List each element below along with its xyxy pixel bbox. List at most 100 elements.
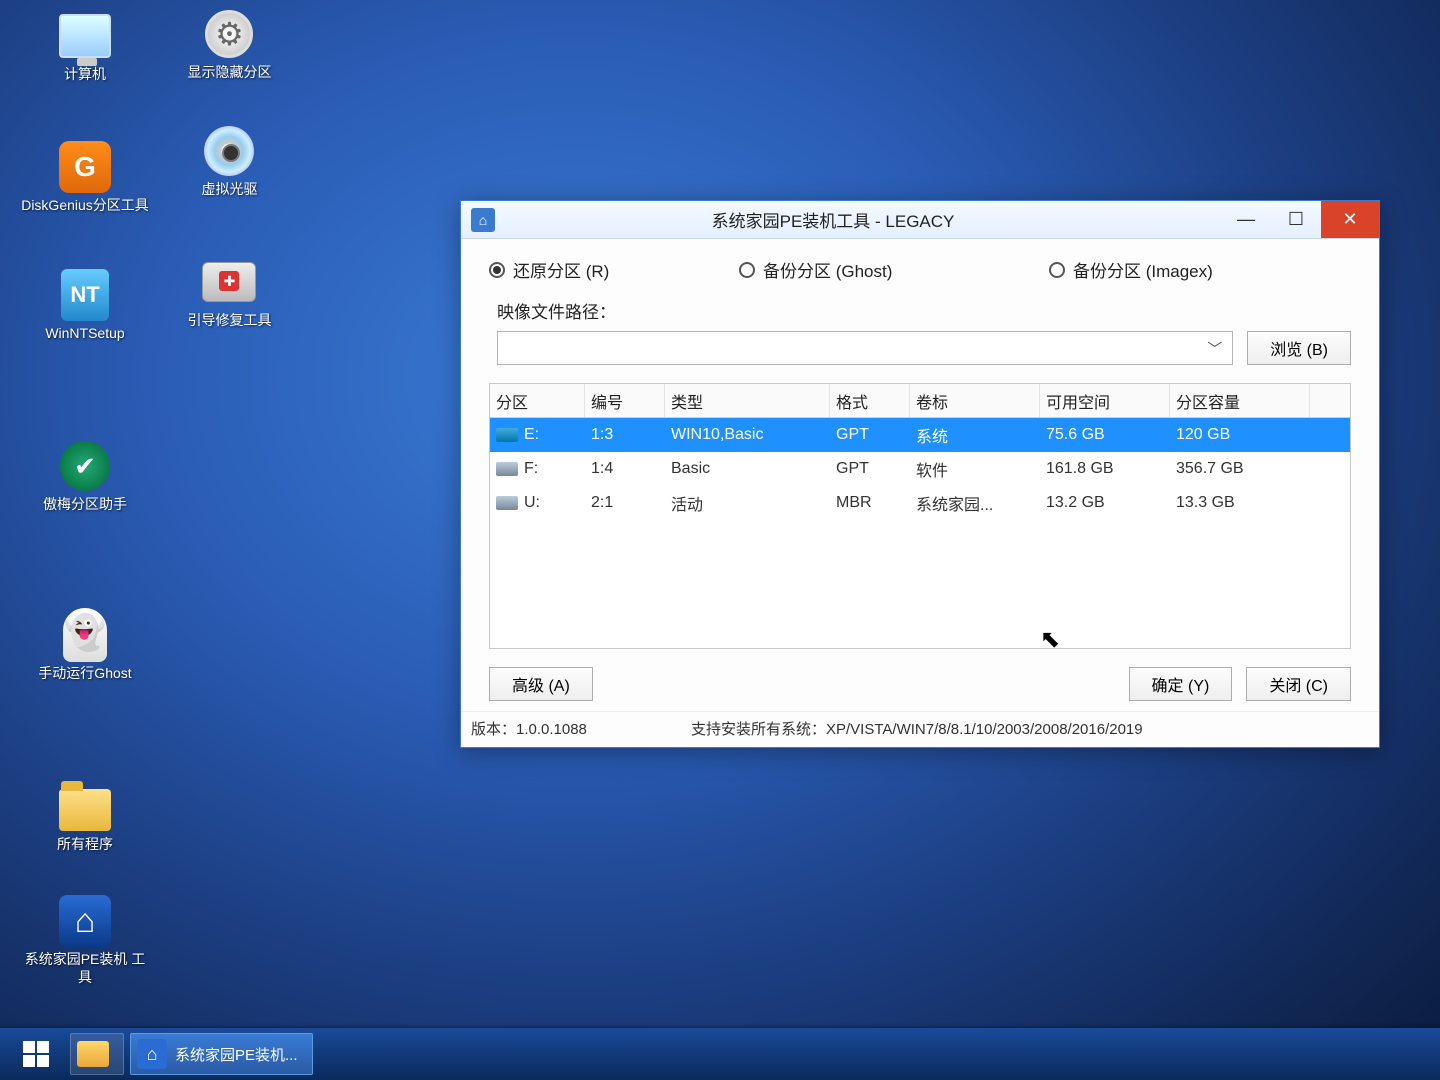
radio-label: 还原分区 (R)	[513, 257, 609, 282]
col-capacity[interactable]: 分区容量	[1170, 384, 1310, 417]
icon-label: 显示隐藏分区	[187, 64, 271, 82]
table-header: 分区 编号 类型 格式 卷标 可用空间 分区容量	[490, 384, 1350, 418]
setup-icon: NT	[56, 269, 114, 321]
cell-type: WIN10,Basic	[665, 426, 830, 444]
drive-icon	[496, 496, 518, 510]
image-path-controls: ﹀ 浏览 (B)	[497, 331, 1351, 365]
radio-label: 备份分区 (Imagex)	[1073, 257, 1213, 282]
close-button[interactable]: 关闭 (C)	[1246, 667, 1351, 701]
icon-label: 计算机	[64, 66, 106, 84]
folder-icon	[77, 1041, 109, 1067]
mode-radio-group: 还原分区 (R) 备份分区 (Ghost) 备份分区 (Imagex)	[489, 257, 1351, 282]
col-volume[interactable]: 卷标	[910, 384, 1040, 417]
browse-button[interactable]: 浏览 (B)	[1247, 331, 1351, 365]
pe-install-tool-icon[interactable]: 系统家园PE装机 工具	[15, 887, 155, 1002]
cell-volume: 系统家园...	[910, 491, 1040, 515]
cell-type: Basic	[665, 460, 830, 478]
radio-unchecked-icon	[1049, 262, 1065, 278]
cell-capacity: 13.3 GB	[1170, 494, 1310, 512]
aomei-partition-icon[interactable]: 傲梅分区助手	[15, 432, 155, 547]
start-button[interactable]	[8, 1033, 64, 1075]
spacer	[607, 667, 1115, 701]
cell-partition: E:	[490, 426, 585, 444]
monitor-icon	[56, 10, 114, 62]
radio-checked-icon	[489, 262, 505, 278]
check-circle-icon	[56, 440, 114, 492]
close-button[interactable]: ✕	[1321, 201, 1379, 238]
restore-partition-radio[interactable]: 还原分区 (R)	[489, 257, 739, 282]
house-icon: ⌂	[137, 1039, 167, 1069]
cell-type: 活动	[665, 491, 830, 515]
ghost-icon	[56, 609, 114, 661]
radio-unchecked-icon	[739, 262, 755, 278]
dg-icon: G	[56, 141, 114, 193]
icon-label: 傲梅分区助手	[43, 496, 127, 514]
advanced-button[interactable]: 高级 (A)	[489, 667, 593, 701]
col-free[interactable]: 可用空间	[1040, 384, 1170, 417]
icon-label: DiskGenius分区工具	[21, 197, 149, 215]
house-icon	[56, 895, 114, 947]
ok-button[interactable]: 确定 (Y)	[1129, 667, 1233, 701]
toolbox-icon	[200, 256, 258, 308]
cell-format: GPT	[830, 426, 910, 444]
partition-table: 分区 编号 类型 格式 卷标 可用空间 分区容量 E:1:3WIN10,Basi…	[489, 383, 1351, 649]
table-row[interactable]: U:2:1活动MBR系统家园...13.2 GB13.3 GB	[490, 486, 1350, 520]
gear-icon	[200, 8, 258, 60]
cell-number: 2:1	[585, 494, 665, 512]
cell-partition: F:	[490, 460, 585, 478]
image-path-dropdown[interactable]: ﹀	[497, 331, 1233, 365]
virtual-cd-icon[interactable]: 虚拟光驱	[159, 117, 299, 232]
supported-systems-label: 支持安装所有系统：XP/VISTA/WIN7/8/8.1/10/2003/200…	[691, 718, 1369, 739]
titlebar[interactable]: ⌂ 系统家园PE装机工具 - LEGACY — ☐ ✕	[461, 201, 1379, 239]
table-row[interactable]: E:1:3WIN10,BasicGPT系统75.6 GB120 GB	[490, 418, 1350, 452]
drive-icon	[496, 428, 518, 442]
window-title: 系统家园PE装机工具 - LEGACY	[505, 207, 1221, 232]
cell-volume: 系统	[910, 423, 1040, 447]
cell-capacity: 356.7 GB	[1170, 460, 1310, 478]
computer-icon[interactable]: 计算机	[15, 2, 155, 117]
button-row: 高级 (A) 确定 (Y) 关闭 (C)	[489, 667, 1351, 701]
app-icon: ⌂	[471, 208, 495, 232]
taskbar-pe-install-tool[interactable]: ⌂ 系统家园PE装机...	[130, 1033, 313, 1075]
version-label: 版本：1.0.0.1088	[471, 718, 691, 739]
cell-number: 1:3	[585, 426, 665, 444]
icon-label: 虚拟光驱	[201, 181, 257, 199]
cell-free: 75.6 GB	[1040, 426, 1170, 444]
backup-ghost-radio[interactable]: 备份分区 (Ghost)	[739, 257, 1049, 282]
winntsetup-icon[interactable]: NT WinNTSetup	[15, 261, 155, 376]
cell-number: 1:4	[585, 460, 665, 478]
cell-format: MBR	[830, 494, 910, 512]
maximize-button[interactable]: ☐	[1271, 201, 1321, 238]
manual-ghost-icon[interactable]: 手动运行Ghost	[15, 601, 155, 716]
window-content: 还原分区 (R) 备份分区 (Ghost) 备份分区 (Imagex) 映像文件…	[461, 239, 1379, 711]
cell-free: 161.8 GB	[1040, 460, 1170, 478]
col-type[interactable]: 类型	[665, 384, 830, 417]
minimize-button[interactable]: —	[1221, 201, 1271, 238]
show-hidden-partition-icon[interactable]: 显示隐藏分区	[159, 0, 299, 115]
folder-icon	[56, 780, 114, 832]
col-partition[interactable]: 分区	[490, 384, 585, 417]
backup-imagex-radio[interactable]: 备份分区 (Imagex)	[1049, 257, 1213, 282]
taskbar-file-explorer[interactable]	[70, 1033, 124, 1075]
pe-install-window: ⌂ 系统家园PE装机工具 - LEGACY — ☐ ✕ 还原分区 (R) 备份分…	[460, 200, 1380, 748]
drive-icon	[496, 462, 518, 476]
col-number[interactable]: 编号	[585, 384, 665, 417]
boot-repair-icon[interactable]: 引导修复工具	[159, 248, 299, 363]
cell-capacity: 120 GB	[1170, 426, 1310, 444]
desktop-icons: 计算机 显示隐藏分区 G DiskGenius分区工具 虚拟光驱 NT WinN…	[15, 0, 335, 1002]
icon-label: WinNTSetup	[45, 325, 124, 343]
image-path-row: 映像文件路径：	[497, 298, 1351, 323]
icon-label: 所有程序	[57, 836, 113, 854]
disc-icon	[200, 125, 258, 177]
status-bar: 版本：1.0.0.1088 支持安装所有系统：XP/VISTA/WIN7/8/8…	[461, 711, 1379, 747]
icon-label: 手动运行Ghost	[38, 665, 131, 683]
col-format[interactable]: 格式	[830, 384, 910, 417]
taskbar-item-label: 系统家园PE装机...	[175, 1044, 298, 1065]
table-body: E:1:3WIN10,BasicGPT系统75.6 GB120 GBF:1:4B…	[490, 418, 1350, 520]
taskbar: ⌂ 系统家园PE装机...	[0, 1028, 1440, 1080]
diskgenius-icon[interactable]: G DiskGenius分区工具	[15, 133, 155, 248]
table-row[interactable]: F:1:4BasicGPT软件161.8 GB356.7 GB	[490, 452, 1350, 486]
window-controls: — ☐ ✕	[1221, 201, 1379, 238]
radio-label: 备份分区 (Ghost)	[763, 257, 892, 282]
all-programs-icon[interactable]: 所有程序	[15, 772, 155, 887]
